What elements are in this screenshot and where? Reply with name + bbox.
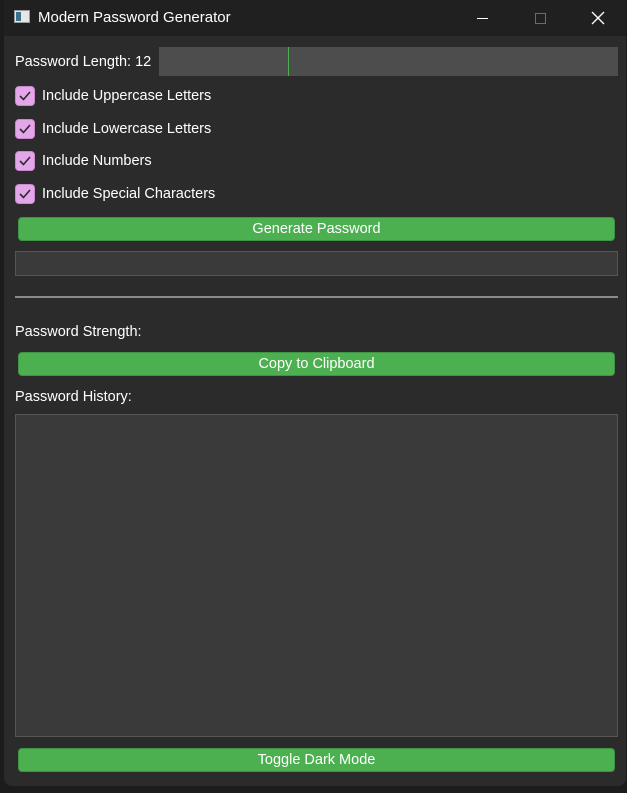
maximize-button[interactable] — [511, 0, 569, 36]
close-button[interactable] — [569, 0, 626, 36]
window-title: Modern Password Generator — [38, 9, 231, 26]
checkmark-icon — [19, 91, 31, 101]
copy-to-clipboard-button[interactable]: Copy to Clipboard — [18, 352, 615, 376]
password-history-list[interactable] — [15, 414, 618, 737]
close-icon — [591, 11, 605, 25]
app-window: Modern Password Generator Password Lengt… — [4, 0, 626, 786]
uppercase-checkbox[interactable] — [15, 86, 35, 106]
checkmark-icon — [19, 124, 31, 134]
minimize-button[interactable] — [453, 0, 511, 36]
title-bar[interactable]: Modern Password Generator — [4, 0, 626, 36]
password-strength-label: Password Strength: — [15, 324, 142, 340]
slider-handle[interactable] — [288, 47, 289, 76]
minimize-icon — [476, 17, 488, 19]
separator — [15, 296, 618, 298]
checkmark-icon — [19, 189, 31, 199]
lowercase-label: Include Lowercase Letters — [42, 121, 212, 137]
toggle-dark-mode-button[interactable]: Toggle Dark Mode — [18, 748, 615, 772]
password-history-label: Password History: — [15, 389, 132, 405]
generate-password-button[interactable]: Generate Password — [18, 217, 615, 241]
checkmark-icon — [19, 156, 31, 166]
maximize-icon — [534, 12, 546, 24]
special-label: Include Special Characters — [42, 186, 216, 202]
numbers-label: Include Numbers — [42, 153, 152, 169]
main-content: Password Length: 12 Include Uppercase Le… — [4, 36, 626, 786]
password-output-field[interactable] — [15, 251, 618, 276]
numbers-checkbox[interactable] — [15, 151, 35, 171]
special-checkbox[interactable] — [15, 184, 35, 204]
lowercase-checkbox[interactable] — [15, 119, 35, 139]
password-length-slider[interactable] — [159, 47, 618, 76]
app-icon — [14, 10, 30, 23]
password-length-label: Password Length: 12 — [15, 54, 152, 70]
uppercase-label: Include Uppercase Letters — [42, 88, 212, 104]
